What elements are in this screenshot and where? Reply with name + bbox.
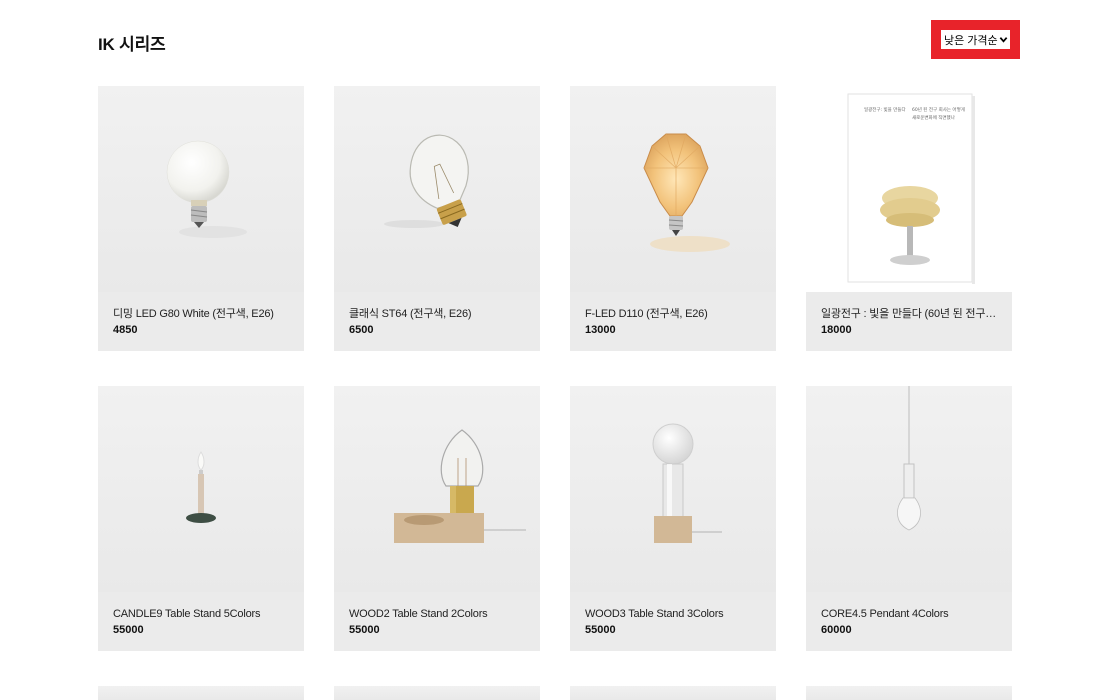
- product-name: WOOD2 Table Stand 2Colors: [349, 608, 488, 620]
- product-name: 일광전구 : 빛을 만들다 (60년 된 전구 회사 이야기): [821, 308, 997, 320]
- product-image: [570, 686, 776, 700]
- product-price: 55000: [113, 624, 144, 636]
- wood-lamp-icon: [394, 429, 526, 543]
- book-cover-icon: 일광전구: 빛을 만들다 60년 된 전구 회사는 어떻게 새로운변화에 직면했…: [847, 93, 975, 284]
- product-card[interactable]: 디밍 LED G80 White (전구색, E26) 4850: [98, 86, 304, 351]
- book-cover-text: 새로운변화에 직면했나: [912, 114, 955, 121]
- product-card[interactable]: [334, 686, 540, 700]
- product-name: F-LED D110 (전구색, E26): [585, 308, 708, 320]
- globe-bulb-icon: [166, 140, 247, 238]
- product-grid: 디밍 LED G80 White (전구색, E26) 4850 클래식 ST6…: [98, 86, 1014, 700]
- product-card[interactable]: WOOD2 Table Stand 2Colors 55000: [334, 386, 540, 651]
- product-card[interactable]: 클래식 ST64 (전구색, E26) 6500: [334, 86, 540, 351]
- product-card[interactable]: [570, 686, 776, 700]
- product-card[interactable]: 일광전구: 빛을 만들다 60년 된 전구 회사는 어떻게 새로운변화에 직면했…: [806, 86, 1012, 351]
- product-image: [98, 686, 304, 700]
- product-image: [334, 386, 540, 592]
- product-price: 13000: [585, 324, 616, 336]
- product-card[interactable]: CANDLE9 Table Stand 5Colors 55000: [98, 386, 304, 651]
- product-card[interactable]: CORE4.5 Pendant 4Colors 60000: [806, 386, 1012, 651]
- product-card[interactable]: WOOD3 Table Stand 3Colors 55000: [570, 386, 776, 651]
- product-price: 4850: [113, 324, 138, 336]
- product-price: 55000: [585, 624, 616, 636]
- book-cover-text: 60년 된 전구 회사는 어떻게: [912, 106, 965, 113]
- product-name: 클래식 ST64 (전구색, E26): [349, 308, 472, 320]
- sort-selected-label: 낮은 가격순: [944, 34, 998, 47]
- product-name: CORE4.5 Pendant 4Colors: [821, 608, 949, 620]
- product-image: [98, 86, 304, 292]
- product-price: 60000: [821, 624, 852, 636]
- product-price: 55000: [349, 624, 380, 636]
- diamond-bulb-icon: [643, 133, 730, 252]
- product-name: CANDLE9 Table Stand 5Colors: [113, 608, 261, 620]
- product-price: 18000: [821, 324, 852, 336]
- product-name: 디밍 LED G80 White (전구색, E26): [113, 308, 274, 320]
- product-card[interactable]: [806, 686, 1012, 700]
- product-image: [334, 686, 540, 700]
- product-card[interactable]: [98, 686, 304, 700]
- chevron-down-icon: [999, 37, 1008, 43]
- product-name: WOOD3 Table Stand 3Colors: [585, 608, 724, 620]
- product-image: [806, 386, 1012, 592]
- product-image: [806, 686, 1012, 700]
- product-image: [98, 386, 304, 592]
- edison-bulb-icon: [384, 134, 469, 228]
- sort-select[interactable]: 낮은 가격순: [941, 30, 1010, 49]
- product-image: [570, 86, 776, 292]
- product-image: 일광전구: 빛을 만들다 60년 된 전구 회사는 어떻게 새로운변화에 직면했…: [806, 86, 1012, 292]
- sort-highlight: 낮은 가격순: [931, 20, 1020, 59]
- product-price: 6500: [349, 324, 374, 336]
- wood3-lamp-icon: [652, 423, 722, 543]
- product-image: [570, 386, 776, 592]
- page-title: IK 시리즈: [98, 35, 166, 54]
- candle-lamp-icon: [186, 451, 216, 523]
- book-cover-text: 일광전구: 빛을 만들다: [864, 106, 906, 113]
- product-card[interactable]: F-LED D110 (전구색, E26) 13000: [570, 86, 776, 351]
- product-image: [334, 86, 540, 292]
- pendant-lamp-icon: [897, 386, 921, 531]
